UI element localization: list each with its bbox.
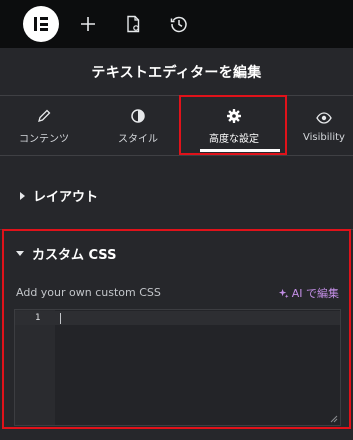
custom-css-editor[interactable]: 1	[14, 309, 341, 426]
panel-tabs: コンテンツ スタイル 高度な設定 Visibility	[0, 96, 353, 156]
page-settings-icon[interactable]	[123, 14, 143, 34]
tab-advanced[interactable]: 高度な設定	[188, 96, 280, 156]
section-custom-css-toggle[interactable]: カスタム CSS	[16, 244, 116, 263]
tab-style-label: スタイル	[118, 133, 158, 145]
custom-css-field-label: Add your own custom CSS	[16, 286, 161, 299]
section-custom-css-title: カスタム CSS	[32, 248, 117, 263]
tab-visibility-label: Visibility	[303, 131, 345, 143]
caret-down-icon	[16, 251, 24, 256]
ai-edit-button[interactable]: AI で編集	[278, 285, 339, 301]
section-layout-title: レイアウト	[33, 190, 99, 205]
plus-icon[interactable]	[78, 14, 98, 34]
section-layout: レイアウト	[0, 156, 353, 230]
elementor-logo-icon[interactable]	[23, 6, 59, 42]
caret-right-icon	[20, 191, 25, 200]
editor-gutter	[15, 310, 55, 425]
tab-visibility[interactable]: Visibility	[288, 96, 353, 156]
top-toolbar	[0, 0, 353, 48]
eye-icon	[316, 111, 332, 124]
section-layout-toggle[interactable]: レイアウト	[20, 186, 98, 205]
tab-content-label: コンテンツ	[19, 133, 69, 145]
pencil-icon	[38, 109, 51, 122]
editor-cursor	[60, 313, 61, 324]
panel-title: テキストエディターを編集	[91, 64, 262, 81]
active-tab-indicator	[200, 149, 280, 152]
ai-edit-label: AI で編集	[291, 287, 339, 300]
tab-advanced-label: 高度な設定	[209, 133, 259, 145]
tab-content[interactable]: コンテンツ	[0, 96, 88, 156]
history-icon[interactable]	[169, 14, 189, 34]
contrast-icon	[131, 108, 145, 123]
resize-handle-icon[interactable]	[330, 415, 338, 423]
tab-style[interactable]: スタイル	[88, 96, 188, 156]
sparkle-icon	[278, 288, 289, 298]
gear-icon	[227, 108, 241, 123]
panel-header: テキストエディターを編集	[0, 48, 353, 96]
editor-active-line	[15, 311, 340, 325]
editor-line-number: 1	[35, 313, 41, 323]
